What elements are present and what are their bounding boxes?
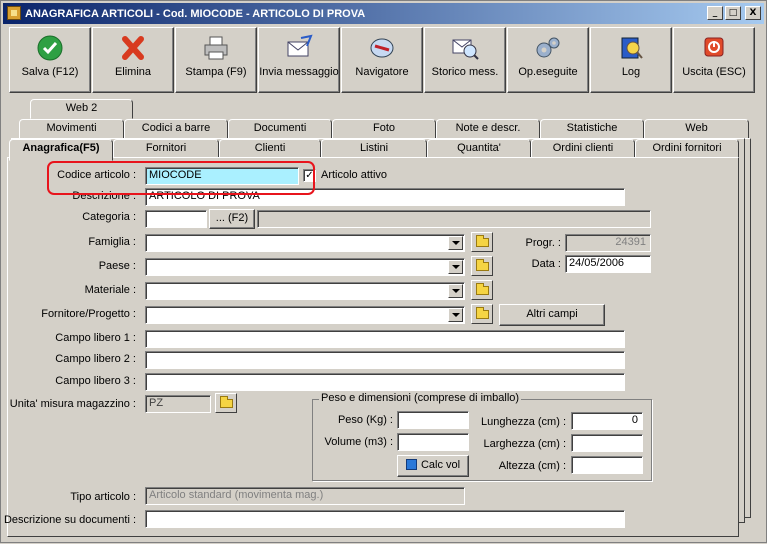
peso-input[interactable] bbox=[397, 411, 469, 429]
descrizione-documenti-label: Descrizione su documenti : bbox=[3, 514, 136, 526]
unita-misura-folder-button[interactable] bbox=[215, 393, 237, 413]
codice-articolo-label: Codice articolo : bbox=[57, 169, 136, 181]
lunghezza-input[interactable]: 0 bbox=[571, 412, 643, 430]
main-window: ANAGRAFICA ARTICOLI - Cod. MIOCODE - ART… bbox=[0, 0, 767, 543]
folder-icon bbox=[476, 283, 489, 295]
altri-campi-button[interactable]: Altri campi bbox=[499, 304, 605, 326]
chevron-down-icon[interactable] bbox=[448, 260, 463, 274]
materiale-folder-button[interactable] bbox=[471, 280, 493, 300]
unita-misura-label: Unita' misura magazzino : bbox=[9, 398, 136, 410]
descrizione-input[interactable]: ARTICOLO DI PROVA bbox=[145, 188, 625, 206]
volume-input[interactable] bbox=[397, 433, 469, 451]
fornitore-progetto-select[interactable] bbox=[145, 306, 465, 324]
paese-select[interactable] bbox=[145, 258, 465, 276]
categoria-input[interactable] bbox=[145, 210, 207, 228]
famiglia-folder-button[interactable] bbox=[471, 232, 493, 252]
articolo-attivo-checkbox[interactable]: ✓ bbox=[303, 169, 316, 182]
campo-libero-3-input[interactable] bbox=[145, 373, 625, 391]
campo-libero-3-label: Campo libero 3 : bbox=[55, 375, 136, 387]
famiglia-label: Famiglia : bbox=[88, 236, 136, 248]
paese-folder-button[interactable] bbox=[471, 256, 493, 276]
unita-misura-field: PZ bbox=[145, 395, 211, 413]
lunghezza-label: Lunghezza (cm) : bbox=[481, 416, 566, 428]
data-label: Data : bbox=[531, 258, 561, 270]
cube-icon bbox=[405, 459, 417, 470]
famiglia-select[interactable] bbox=[145, 234, 465, 252]
peso-dimensioni-title: Peso e dimensioni (comprese di imballo) bbox=[319, 392, 522, 404]
chevron-down-icon[interactable] bbox=[448, 284, 463, 298]
progr-label: Progr. : bbox=[525, 237, 561, 249]
campo-libero-2-label: Campo libero 2 : bbox=[55, 353, 136, 365]
chevron-down-icon[interactable] bbox=[448, 308, 463, 322]
categoria-description-field bbox=[257, 210, 651, 228]
altezza-input[interactable] bbox=[571, 456, 643, 474]
campo-libero-1-label: Campo libero 1 : bbox=[55, 332, 136, 344]
paese-label: Paese : bbox=[98, 260, 136, 272]
descrizione-label: Descrizione : bbox=[72, 190, 136, 202]
peso-label: Peso (Kg) : bbox=[337, 414, 393, 426]
folder-icon bbox=[476, 235, 489, 247]
data-input[interactable]: 24/05/2006 bbox=[565, 255, 651, 273]
materiale-select[interactable] bbox=[145, 282, 465, 300]
chevron-down-icon[interactable] bbox=[448, 236, 463, 250]
folder-icon bbox=[220, 396, 233, 408]
folder-icon bbox=[476, 259, 489, 271]
volume-label: Volume (m3) : bbox=[324, 436, 393, 448]
progr-field: 24391 bbox=[565, 234, 651, 252]
larghezza-label: Larghezza (cm) : bbox=[483, 438, 566, 450]
materiale-label: Materiale : bbox=[84, 284, 136, 296]
campo-libero-1-input[interactable] bbox=[145, 330, 625, 348]
fornitore-folder-button[interactable] bbox=[471, 304, 493, 324]
folder-icon bbox=[476, 307, 489, 319]
tipo-articolo-label: Tipo articolo : bbox=[70, 491, 136, 503]
categoria-lookup-button[interactable]: ... (F2) bbox=[209, 209, 255, 229]
altezza-label: Altezza (cm) : bbox=[498, 460, 566, 472]
calc-vol-button[interactable]: Calc vol bbox=[397, 455, 469, 477]
tipo-articolo-field: Articolo standard (movimenta mag.) bbox=[145, 487, 465, 505]
codice-articolo-input[interactable]: MIOCODE bbox=[145, 167, 299, 185]
descrizione-documenti-input[interactable] bbox=[145, 510, 625, 528]
categoria-label: Categoria : bbox=[82, 211, 136, 223]
fornitore-progetto-label: Fornitore/Progetto : bbox=[41, 308, 136, 320]
campo-libero-2-input[interactable] bbox=[145, 351, 625, 369]
form-area: Codice articolo : MIOCODE ✓ Articolo att… bbox=[1, 1, 767, 544]
articolo-attivo-label: Articolo attivo bbox=[321, 169, 388, 181]
larghezza-input[interactable] bbox=[571, 434, 643, 452]
